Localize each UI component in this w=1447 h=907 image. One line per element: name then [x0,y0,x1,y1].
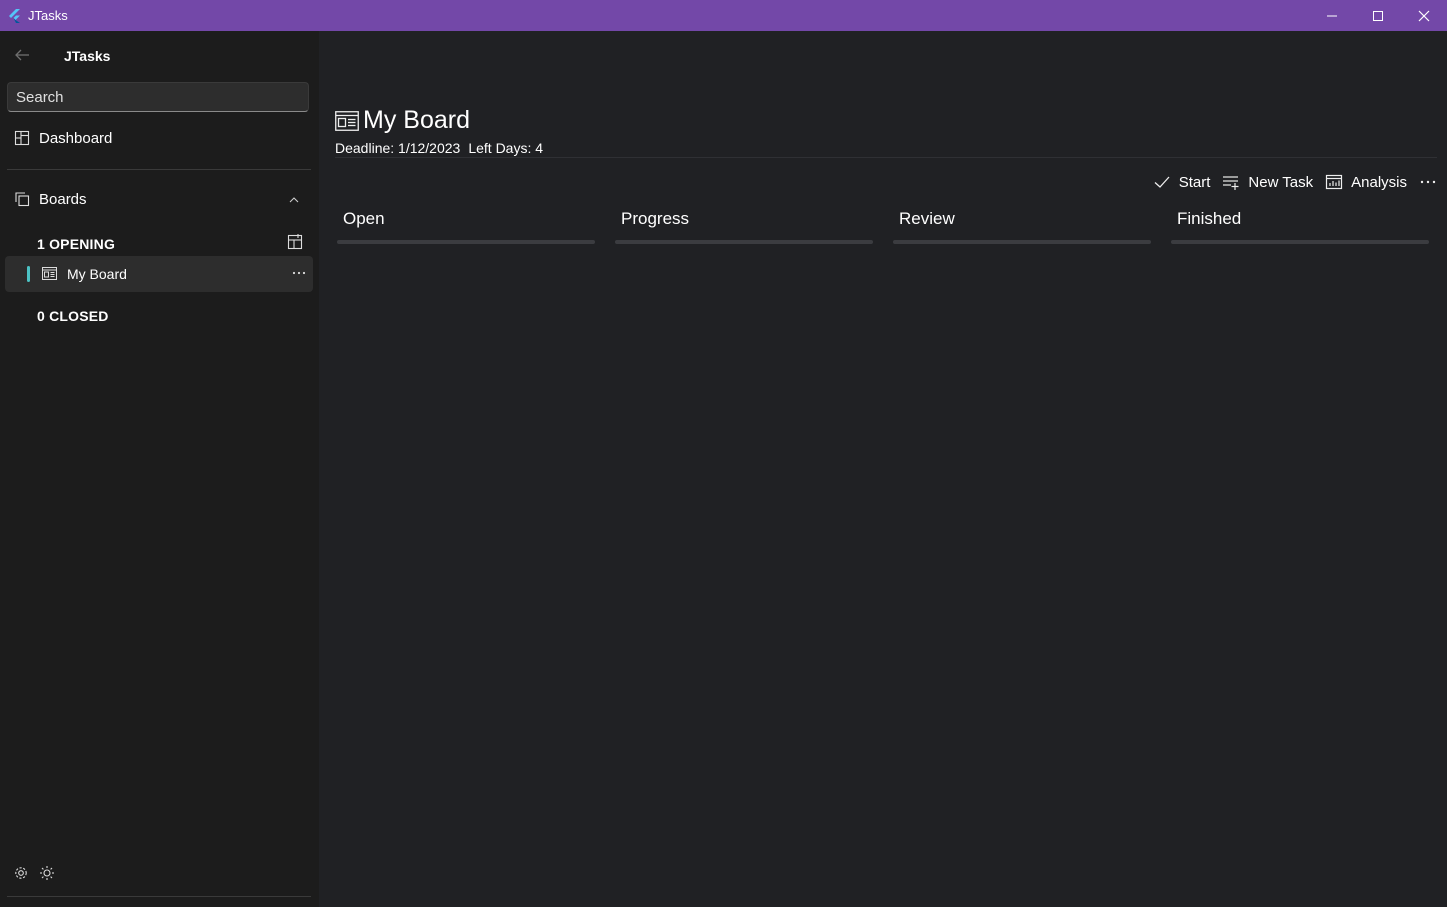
copy-icon [15,192,30,207]
column-title: Progress [621,209,690,228]
start-button[interactable]: Start [1153,173,1211,191]
column-divider [337,240,595,244]
sidebar: JTasks Dashboard Boards 1 OPENING [0,31,319,907]
checkmark-icon [1154,176,1170,188]
close-icon [1418,10,1430,21]
board-meta: Deadline: 1/12/2023 Left Days: 4 [335,140,551,156]
flutter-logo-icon [9,8,20,23]
add-list-icon [1223,176,1239,190]
analysis-label: Analysis [1351,173,1407,191]
main-content: My Board Deadline: 1/12/2023 Left Days: 4… [319,31,1447,907]
board-title: My Board [363,106,470,134]
back-button[interactable] [12,45,32,65]
arrow-left-icon [15,49,29,61]
new-task-label: New Task [1248,173,1314,191]
add-board-icon[interactable] [287,234,303,250]
opening-group-label: 1 OPENING [37,236,116,252]
analysis-button[interactable]: Analysis [1325,173,1407,191]
dashboard-icon [14,130,30,146]
maximize-icon [1373,10,1383,21]
window-titlebar[interactable]: JTasks [0,0,1447,31]
column-title: Finished [1177,209,1242,228]
sidebar-header: JTasks [0,31,319,81]
selected-indicator [27,266,30,282]
column-divider [1171,240,1429,244]
minimize-icon [1327,15,1337,16]
dashboard-label: Dashboard [39,129,113,147]
start-label: Start [1178,173,1211,191]
more-options-icon[interactable] [1419,173,1437,191]
chart-icon [1326,174,1343,190]
sidebar-divider [7,169,311,170]
board-icon [335,111,359,131]
board-list-item[interactable]: My Board [5,256,313,292]
column-divider [893,240,1151,244]
column-divider [615,240,873,244]
nav-item-dashboard[interactable]: Dashboard [0,120,319,156]
board-toolbar: Start New Task Analysis [1141,171,1437,193]
board-item-label: My Board [67,266,127,282]
closed-group-label: 0 CLOSED [37,308,109,324]
theme-sun-icon[interactable] [39,865,55,881]
window-title: JTasks [28,8,68,23]
board-icon [42,267,57,280]
settings-gear-icon[interactable] [13,865,29,881]
maximize-button[interactable] [1355,0,1401,31]
sidebar-footer-divider [7,896,311,897]
left-days-text: Left Days: 4 [468,140,544,156]
window-controls [1309,0,1447,31]
close-button[interactable] [1401,0,1447,31]
chevron-up-icon[interactable] [287,193,301,207]
boards-label: Boards [39,190,87,208]
more-options-icon[interactable] [291,265,307,281]
nav-item-boards[interactable]: Boards [0,181,319,217]
minimize-button[interactable] [1309,0,1355,31]
column-title: Open [343,209,385,228]
new-task-button[interactable]: New Task [1222,173,1313,191]
app-name: JTasks [64,48,111,64]
column-title: Review [899,209,955,228]
deadline-text: Deadline: 1/12/2023 [335,140,461,156]
search-input[interactable] [7,82,309,112]
header-divider [335,157,1437,158]
